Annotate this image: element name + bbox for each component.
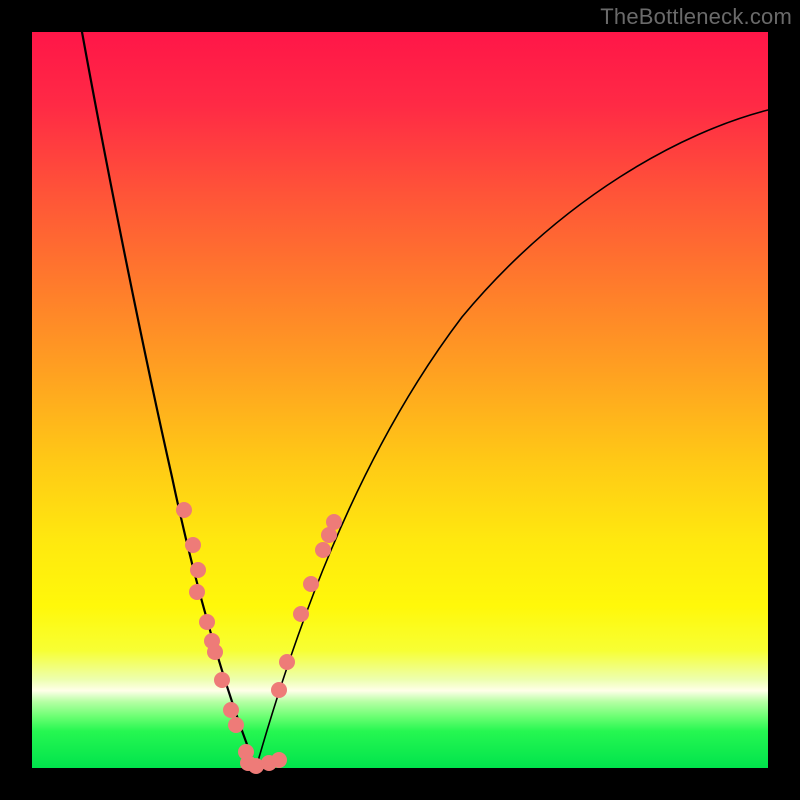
plot-area [32, 32, 768, 768]
left-branch [82, 32, 256, 768]
curve-layer [32, 32, 768, 768]
right-branch [256, 110, 768, 768]
scatter-dots [176, 502, 342, 774]
watermark-text: TheBottleneck.com [600, 4, 792, 30]
chart-frame: TheBottleneck.com [0, 0, 800, 800]
